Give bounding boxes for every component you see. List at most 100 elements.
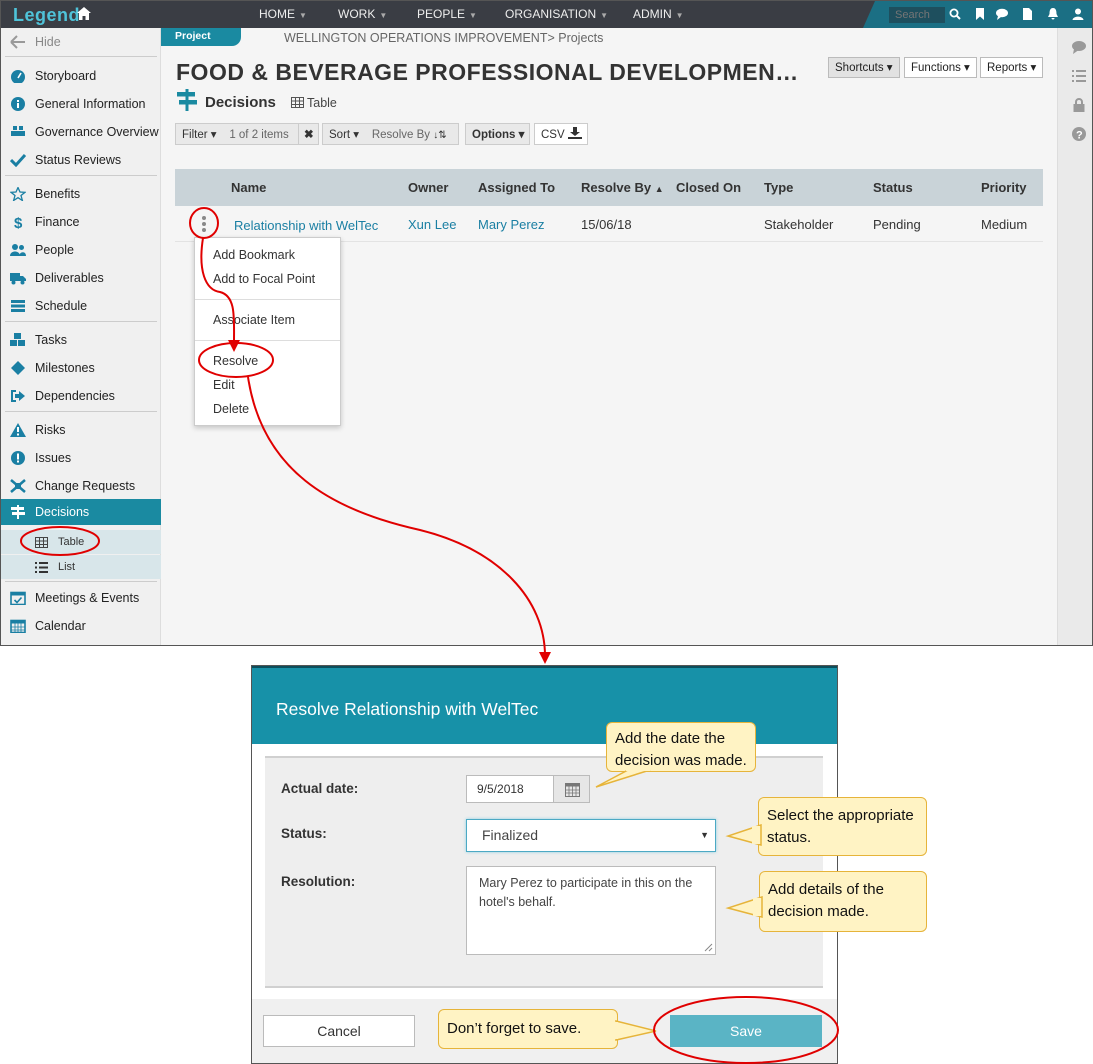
sidebar-item-storyboard[interactable]: Storyboard (1, 63, 161, 89)
menu-resolve[interactable]: Resolve (213, 354, 258, 368)
diamond-icon (11, 361, 25, 375)
breadcrumb[interactable]: WELLINGTON OPERATIONS IMPROVEMENT> Proje… (284, 31, 603, 45)
column-priority[interactable]: Priority (981, 180, 1027, 195)
warning-icon (10, 423, 26, 437)
right-rail: ? (1057, 28, 1092, 645)
dialog-title: Resolve Relationship with WelTec (276, 699, 539, 719)
status-label: Status: (281, 826, 327, 841)
truck-icon (10, 273, 26, 285)
sidebar-item-governance-overview[interactable]: Governance Overview (1, 119, 161, 145)
list-icon[interactable] (1072, 69, 1086, 83)
chevron-down-icon: ▼ (700, 830, 709, 840)
sidebar-subitem-list[interactable]: List (1, 555, 161, 579)
search-input[interactable] (889, 7, 945, 23)
chat-icon[interactable] (996, 8, 1008, 20)
nav-work[interactable]: WORK ▼ (338, 7, 387, 21)
save-button[interactable]: Save (670, 1015, 822, 1047)
resolution-textarea[interactable]: Mary Perez to participate in this on the… (466, 866, 716, 955)
nav-organisation[interactable]: ORGANISATION ▼ (505, 7, 608, 21)
table-icon (35, 537, 48, 548)
dependency-icon (11, 390, 25, 402)
menu-delete[interactable]: Delete (213, 402, 249, 416)
sort-order-icon: ↓⇅ (433, 130, 447, 141)
menu-associate-item[interactable]: Associate Item (213, 313, 295, 327)
sidebar-hide[interactable]: Hide (1, 29, 161, 55)
column-owner[interactable]: Owner (408, 180, 448, 195)
people-icon (10, 244, 26, 256)
actual-date-field[interactable]: 9/5/2018 (466, 775, 554, 803)
signpost-icon (11, 505, 25, 519)
sidebar-item-people[interactable]: People (1, 237, 161, 263)
bell-icon[interactable] (1047, 8, 1059, 20)
sidebar-item-meetings-events[interactable]: Meetings & Events (1, 585, 161, 611)
owner-link[interactable]: Xun Lee (408, 217, 456, 232)
column-closed-on[interactable]: Closed On (676, 180, 741, 195)
sidebar-item-risks[interactable]: Risks (1, 417, 161, 443)
column-name[interactable]: Name (231, 180, 266, 195)
governance-icon (11, 126, 25, 136)
shortcuts-button[interactable]: Shortcuts ▾ (828, 57, 900, 78)
sidebar-item-status-reviews[interactable]: Status Reviews (1, 147, 161, 173)
sidebar-item-decisions[interactable]: Decisions (1, 499, 161, 525)
lock-icon[interactable] (1072, 98, 1086, 112)
callout-save: Don’t forget to save. (438, 1009, 618, 1049)
download-icon (567, 127, 582, 139)
column-assigned-to[interactable]: Assigned To (478, 180, 555, 195)
priority-cell: Medium (981, 217, 1028, 232)
sidebar-item-benefits[interactable]: Benefits (1, 181, 161, 207)
nav-home[interactable]: HOME ▼ (259, 7, 307, 21)
calendar-icon (10, 619, 26, 633)
status-select[interactable]: Finalized ▼ (466, 819, 716, 852)
sidebar-item-issues[interactable]: Issues (1, 445, 161, 471)
sidebar-item-change-requests[interactable]: Change Requests (1, 473, 161, 499)
resize-handle-icon[interactable] (704, 943, 713, 952)
table-header: Name Owner Assigned To Resolve By ▲ Clos… (175, 169, 1043, 206)
callout-resolution: Add details of the decision made. (759, 871, 927, 932)
sidebar-item-general-information[interactable]: General Information (1, 91, 161, 117)
nav-admin[interactable]: ADMIN ▼ (633, 7, 684, 21)
bookmark-icon[interactable] (974, 8, 986, 20)
decision-name-link[interactable]: Relationship with WelTec (234, 218, 378, 233)
menu-add-bookmark[interactable]: Add Bookmark (213, 248, 295, 262)
options-button[interactable]: Options ▾ (465, 123, 530, 145)
help-icon[interactable]: ? (1072, 127, 1086, 141)
sidebar-item-tasks[interactable]: Tasks (1, 327, 161, 353)
search-icon[interactable] (949, 8, 961, 20)
filter-button[interactable]: Filter ▾ 1 of 2 items (175, 123, 299, 145)
csv-export-button[interactable]: CSV (534, 123, 588, 145)
type-cell: Stakeholder (764, 217, 834, 232)
row-actions-kebab-icon[interactable] (201, 215, 207, 233)
sidebar-item-dependencies[interactable]: Dependencies (1, 383, 161, 409)
date-picker-button[interactable] (553, 775, 590, 803)
menu-add-to-focal-point[interactable]: Add to Focal Point (213, 272, 315, 286)
comment-icon[interactable] (1072, 40, 1086, 54)
legend-logo[interactable]: Legend (13, 5, 80, 26)
sidebar-item-finance[interactable]: $ Finance (1, 209, 161, 235)
reports-button[interactable]: Reports ▾ (980, 57, 1044, 78)
section-title: Decisions (205, 94, 276, 111)
dashboard-icon (11, 70, 25, 83)
sidebar-subitem-table[interactable]: Table (1, 530, 161, 554)
clear-filter-button[interactable]: ✖ (298, 123, 319, 145)
sort-button[interactable]: Sort ▾ Resolve By ↓⇅ (322, 123, 459, 145)
view-tab-table[interactable]: Table (291, 96, 337, 110)
column-status[interactable]: Status (873, 180, 913, 195)
nav-people[interactable]: PEOPLE ▼ (417, 7, 477, 21)
sidebar-item-calendar[interactable]: Calendar (1, 613, 161, 639)
info-icon (11, 97, 25, 111)
sidebar-item-schedule[interactable]: Schedule (1, 293, 161, 319)
functions-button[interactable]: Functions ▾ (904, 57, 977, 78)
column-resolve-by[interactable]: Resolve By ▲ (581, 180, 664, 195)
user-icon[interactable] (1072, 8, 1084, 20)
cancel-button[interactable]: Cancel (263, 1015, 415, 1047)
assigned-to-link[interactable]: Mary Perez (478, 217, 544, 232)
project-tag[interactable]: Project (161, 28, 241, 46)
document-icon[interactable] (1021, 8, 1033, 20)
sidebar-item-milestones[interactable]: Milestones (1, 355, 161, 381)
sidebar: Hide Storyboard General Information Gove… (1, 28, 161, 645)
app-window: Legend HOME ▼ WORK ▼ PEOPLE ▼ ORGANISATION ▼… (0, 0, 1093, 646)
menu-edit[interactable]: Edit (213, 378, 235, 392)
sidebar-item-deliverables[interactable]: Deliverables (1, 265, 161, 291)
column-type[interactable]: Type (764, 180, 793, 195)
home-icon[interactable] (77, 7, 91, 20)
